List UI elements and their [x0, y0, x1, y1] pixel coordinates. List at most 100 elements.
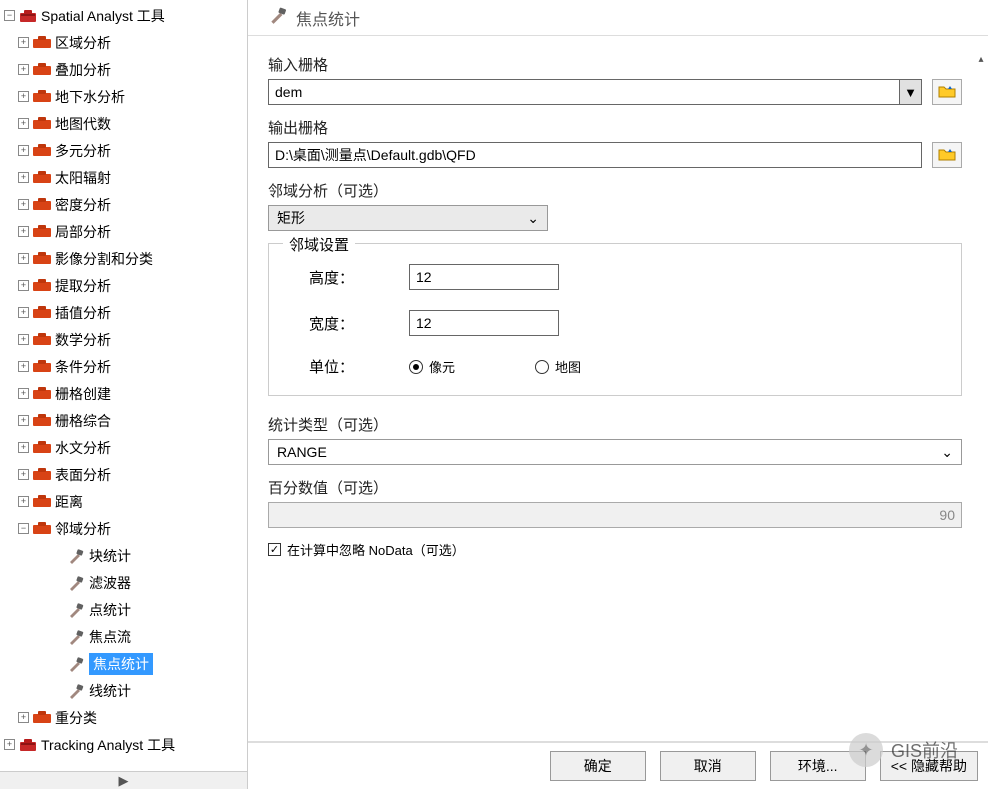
tree-tool[interactable]: 点统计	[0, 596, 247, 623]
tree-tool[interactable]: 焦点流	[0, 623, 247, 650]
expand-icon[interactable]: +	[18, 415, 29, 426]
expand-icon[interactable]: +	[18, 118, 29, 129]
toolset-icon	[33, 412, 51, 430]
tree-toolset[interactable]: +提取分析	[0, 272, 247, 299]
toolset-icon	[33, 439, 51, 457]
tree-toolset[interactable]: +区域分析	[0, 29, 247, 56]
tree-toolset[interactable]: +地下水分析	[0, 83, 247, 110]
tree-toolset[interactable]: +密度分析	[0, 191, 247, 218]
toolset-icon	[33, 493, 51, 511]
folder-open-icon	[938, 147, 956, 164]
expand-icon[interactable]: +	[18, 253, 29, 264]
tree-toolset[interactable]: +太阳辐射	[0, 164, 247, 191]
folder-open-icon	[938, 84, 956, 101]
tree-toolset[interactable]: +栅格综合	[0, 407, 247, 434]
tree-toolset[interactable]: +局部分析	[0, 218, 247, 245]
tree-toolset[interactable]: +距离	[0, 488, 247, 515]
neighborhood-value: 矩形	[277, 208, 305, 228]
expand-icon[interactable]: +	[18, 64, 29, 75]
expand-icon[interactable]: +	[18, 172, 29, 183]
toolset-icon	[33, 196, 51, 214]
tree-tool[interactable]: 线统计	[0, 677, 247, 704]
height-input[interactable]	[409, 264, 559, 290]
toolbox-tree-panel[interactable]: − Spatial Analyst 工具 +区域分析 +叠加分析 +地下水分析 …	[0, 0, 248, 789]
browse-output-button[interactable]	[932, 142, 962, 168]
units-label: 单位：	[309, 356, 409, 377]
hammer-icon	[67, 601, 85, 619]
expand-icon[interactable]: +	[4, 739, 15, 750]
tree-toolset-tracking-analyst[interactable]: + Tracking Analyst 工具	[0, 731, 247, 758]
tool-dialog-panel: 焦点统计 ▴ 输入栅格 dem ▼ 输出栅格	[248, 0, 988, 789]
collapse-icon[interactable]: −	[4, 10, 15, 21]
tree-toolset-spatial-analyst[interactable]: − Spatial Analyst 工具	[0, 2, 247, 29]
tree-toolset[interactable]: +栅格创建	[0, 380, 247, 407]
tree-toolset-neighborhood[interactable]: −邻域分析	[0, 515, 247, 542]
input-raster-value[interactable]: dem	[269, 80, 899, 104]
dialog-title: 焦点统计	[296, 6, 360, 30]
expand-icon[interactable]: +	[18, 712, 29, 723]
ok-button[interactable]: 确定	[550, 751, 646, 781]
stat-type-label: 统计类型（可选）	[268, 414, 962, 435]
tree-tool-focal-statistics[interactable]: 焦点统计	[0, 650, 247, 677]
browse-input-button[interactable]	[932, 79, 962, 105]
toolset-icon	[33, 385, 51, 403]
toolset-icon	[33, 520, 51, 538]
environments-button[interactable]: 环境...	[770, 751, 866, 781]
width-input[interactable]	[409, 310, 559, 336]
expand-icon[interactable]: +	[18, 91, 29, 102]
toolset-icon	[33, 250, 51, 268]
expand-icon[interactable]: +	[18, 307, 29, 318]
toolset-icon	[33, 331, 51, 349]
toolset-icon	[33, 61, 51, 79]
hammer-icon	[67, 682, 85, 700]
toolset-icon	[33, 169, 51, 187]
dropdown-icon[interactable]: ▼	[899, 80, 921, 104]
hammer-icon	[67, 574, 85, 592]
expand-icon[interactable]: +	[18, 361, 29, 372]
expand-icon[interactable]: +	[18, 496, 29, 507]
toolset-icon	[33, 142, 51, 160]
toolset-icon	[33, 88, 51, 106]
collapse-icon[interactable]: −	[18, 523, 29, 534]
dialog-title-bar: 焦点统计	[248, 0, 988, 36]
tree-tool[interactable]: 滤波器	[0, 569, 247, 596]
tree-toolset[interactable]: +重分类	[0, 704, 247, 731]
expand-icon[interactable]: +	[18, 280, 29, 291]
percentile-label: 百分数值（可选）	[268, 477, 962, 498]
scroll-right-icon[interactable]: ▶	[0, 771, 247, 789]
expand-icon[interactable]: +	[18, 145, 29, 156]
tree-toolset[interactable]: +水文分析	[0, 434, 247, 461]
ignore-nodata-checkbox[interactable]: ✓ 在计算中忽略 NoData（可选）	[268, 540, 962, 559]
tree-toolset[interactable]: +地图代数	[0, 110, 247, 137]
expand-icon[interactable]: +	[18, 334, 29, 345]
toolset-icon	[33, 277, 51, 295]
scroll-up-icon[interactable]: ▴	[977, 54, 985, 60]
toolset-icon	[33, 223, 51, 241]
hide-help-button[interactable]: << 隐藏帮助	[880, 751, 978, 781]
expand-icon[interactable]: +	[18, 199, 29, 210]
percentile-input	[268, 502, 962, 528]
units-cell-radio[interactable]: 像元	[409, 357, 455, 376]
tree-toolset[interactable]: +叠加分析	[0, 56, 247, 83]
output-raster-input[interactable]	[268, 142, 922, 168]
tree-tool[interactable]: 块统计	[0, 542, 247, 569]
tree-toolset[interactable]: +影像分割和分类	[0, 245, 247, 272]
tree-toolset[interactable]: +表面分析	[0, 461, 247, 488]
hammer-icon	[67, 547, 85, 565]
units-map-radio[interactable]: 地图	[535, 357, 581, 376]
tree-toolset[interactable]: +数学分析	[0, 326, 247, 353]
expand-icon[interactable]: +	[18, 388, 29, 399]
expand-icon[interactable]: +	[18, 469, 29, 480]
tree-toolset[interactable]: +条件分析	[0, 353, 247, 380]
cancel-button[interactable]: 取消	[660, 751, 756, 781]
neighborhood-settings-group: 邻域设置 高度： 宽度： 单位： 像元	[268, 243, 962, 396]
neighborhood-select[interactable]: 矩形 ⌄	[268, 205, 548, 231]
expand-icon[interactable]: +	[18, 226, 29, 237]
stat-type-select[interactable]: RANGE ⌄	[268, 439, 962, 465]
expand-icon[interactable]: +	[18, 37, 29, 48]
width-label: 宽度：	[309, 313, 409, 334]
input-raster-combo[interactable]: dem ▼	[268, 79, 922, 105]
tree-toolset[interactable]: +插值分析	[0, 299, 247, 326]
tree-toolset[interactable]: +多元分析	[0, 137, 247, 164]
expand-icon[interactable]: +	[18, 442, 29, 453]
